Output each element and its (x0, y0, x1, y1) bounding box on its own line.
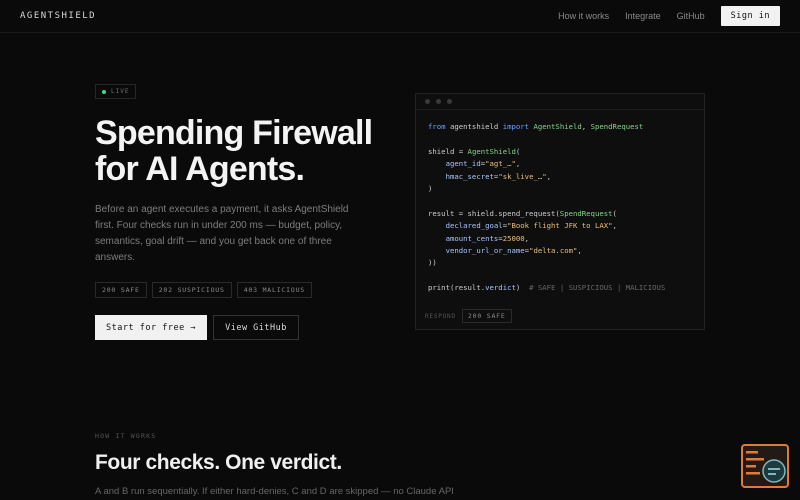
top-nav: AGENTSHIELD How it works Integrate GitHu… (0, 0, 800, 33)
status-code-suspicious: 202 SUSPICIOUS (151, 282, 232, 298)
hero-title: Spending Firewall for AI Agents. (95, 114, 373, 188)
window-dot-icon (436, 99, 441, 104)
live-badge: LIVE (95, 84, 137, 99)
code-window-footer: RESPOND 200 SAFE (425, 309, 512, 323)
code-window-titlebar (416, 94, 704, 110)
brand-logo[interactable]: AGENTSHIELD (20, 11, 96, 21)
hero-ctas: Start for free → View GitHub (95, 315, 299, 340)
status-codes: 200 SAFE 202 SUSPICIOUS 403 MALICIOUS (95, 282, 317, 298)
window-dot-icon (447, 99, 452, 104)
section-label: HOW IT WORKS (95, 432, 157, 440)
status-code-malicious: 403 MALICIOUS (236, 282, 312, 298)
sign-in-button[interactable]: Sign in (720, 6, 780, 26)
live-status-icon (102, 89, 106, 94)
status-code-safe: 200 SAFE (95, 282, 147, 298)
hero-description: Before an agent executes a payment, it a… (95, 204, 349, 263)
section-title: Four checks. One verdict. (95, 451, 342, 474)
window-dot-icon (425, 99, 430, 104)
response-label: RESPOND (425, 312, 456, 320)
nav-link-integrate[interactable]: Integrate (625, 11, 661, 21)
nav-link-how-it-works[interactable]: How it works (558, 11, 609, 21)
code-example-window: from agentshield import AgentShield, Spe… (415, 93, 705, 330)
live-badge-label: LIVE (111, 88, 130, 95)
hero-title-line-1: Spending Firewall (95, 114, 373, 152)
help-widget-button[interactable] (741, 444, 789, 488)
response-value: 200 SAFE (461, 309, 512, 323)
nav-links: How it works Integrate GitHub Sign in (558, 6, 780, 26)
code-snippet: from agentshield import AgentShield, Spe… (428, 122, 666, 293)
nav-link-github[interactable]: GitHub (677, 11, 705, 21)
widget-chat-icon (746, 451, 786, 483)
start-for-free-button[interactable]: Start for free → (95, 315, 207, 340)
section-description: A and B run sequentially. If either hard… (95, 486, 454, 497)
hero-title-line-2: for AI Agents. (95, 150, 305, 188)
view-github-button[interactable]: View GitHub (213, 315, 299, 340)
